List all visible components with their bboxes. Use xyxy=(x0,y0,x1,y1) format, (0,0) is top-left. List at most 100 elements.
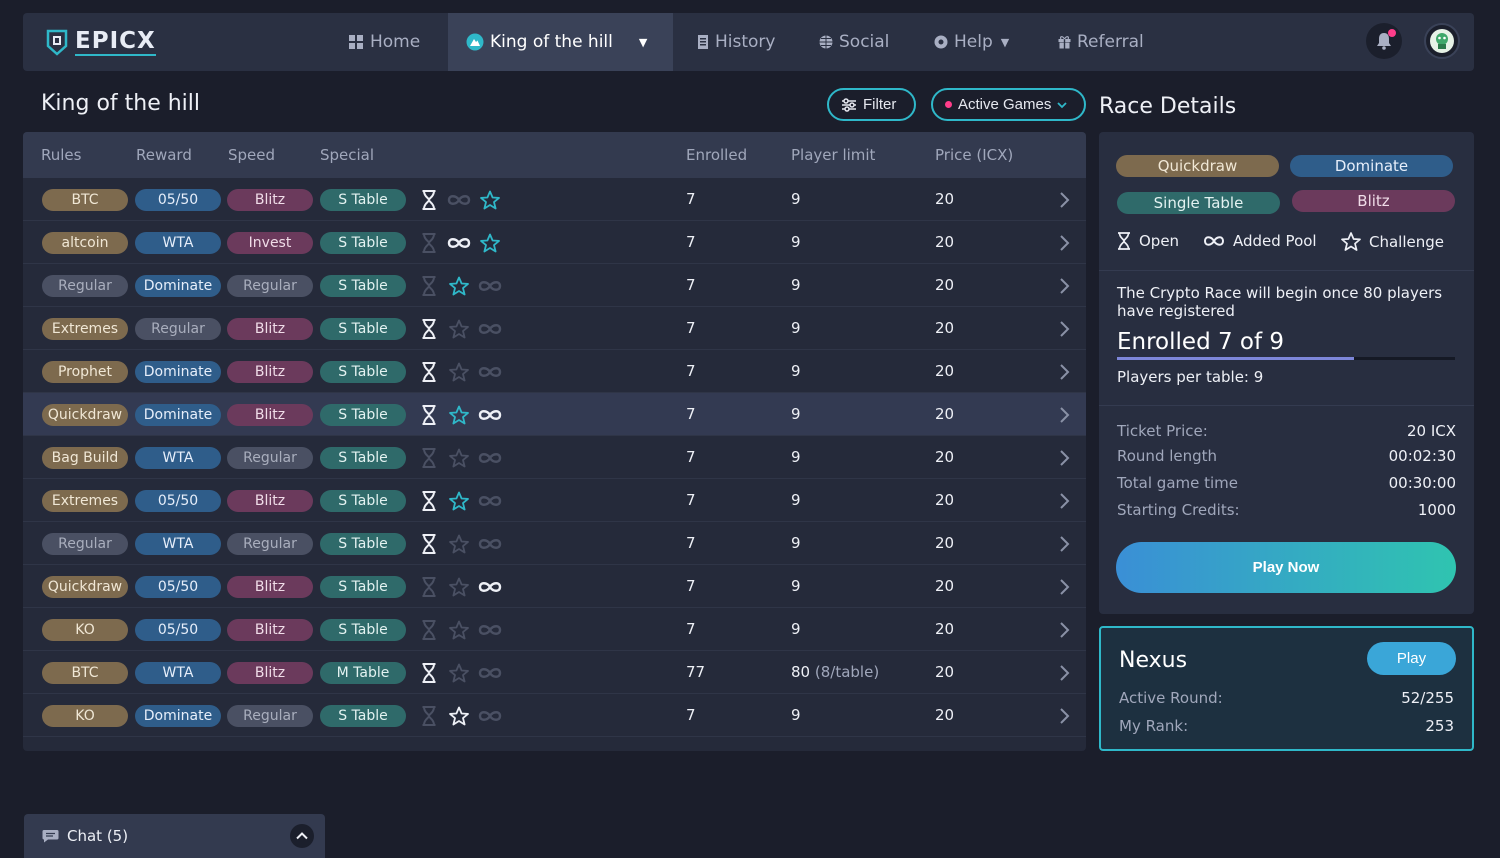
star-icon xyxy=(449,362,469,382)
chevron-right-icon[interactable] xyxy=(1058,277,1070,295)
table-row[interactable]: KO Dominate Regular S Table 7 9 20 xyxy=(23,694,1086,737)
nav-social[interactable]: Social xyxy=(819,13,889,71)
player-limit-cell: 9 xyxy=(791,491,801,509)
epicx-logo-icon xyxy=(46,29,68,56)
table-row[interactable]: Extremes Regular Blitz S Table 7 9 20 xyxy=(23,307,1086,350)
chat-expand-button[interactable] xyxy=(290,824,314,848)
enrolled-cell: 77 xyxy=(686,663,706,681)
header-price[interactable]: Price (ICX) xyxy=(935,146,1013,164)
rules-badge: KO xyxy=(42,705,128,727)
tag-table: Single Table xyxy=(1117,192,1280,214)
chevron-right-icon[interactable] xyxy=(1058,320,1070,338)
table-row[interactable]: altcoin WTA Invest S Table 7 9 20 xyxy=(23,221,1086,264)
header-reward[interactable]: Reward xyxy=(136,146,192,164)
reward-badge: Dominate xyxy=(135,275,221,297)
player-limit-value: 9 xyxy=(791,491,801,509)
special-badge: S Table xyxy=(320,576,406,598)
table-row[interactable]: BTC WTA Blitz M Table 77 80 (8/table) 20 xyxy=(23,651,1086,694)
star-icon xyxy=(449,276,469,296)
chevron-right-icon[interactable] xyxy=(1058,578,1070,596)
table-row[interactable]: Regular Dominate Regular S Table 7 9 20 xyxy=(23,264,1086,307)
active-round-label: Active Round: xyxy=(1119,689,1223,707)
chevron-right-icon[interactable] xyxy=(1058,621,1070,639)
table-row[interactable]: Extremes 05/50 Blitz S Table 7 9 20 xyxy=(23,479,1086,522)
top-nav: EPICX Home King of the hill ▼ History So… xyxy=(23,13,1474,71)
my-rank-label: My Rank: xyxy=(1119,717,1189,735)
star-icon xyxy=(449,405,469,425)
player-limit-cell: 9 xyxy=(791,276,801,294)
chat-icon xyxy=(42,830,59,843)
divider xyxy=(1099,405,1474,406)
chevron-right-icon[interactable] xyxy=(1058,234,1070,252)
chevron-right-icon[interactable] xyxy=(1058,492,1070,510)
price-cell: 20 xyxy=(935,190,955,208)
player-limit-value: 9 xyxy=(791,190,801,208)
notification-button[interactable] xyxy=(1366,23,1402,59)
header-enrolled[interactable]: Enrolled xyxy=(686,146,747,164)
table-row[interactable]: Quickdraw 05/50 Blitz S Table 7 9 20 xyxy=(23,565,1086,608)
page-title: King of the hill xyxy=(41,91,201,116)
speed-badge: Blitz xyxy=(227,189,313,211)
starting-credits-label: Starting Credits: xyxy=(1117,501,1240,519)
status-dot xyxy=(945,101,952,108)
ticket-price-label: Ticket Price: xyxy=(1117,422,1208,440)
nexus-play-button[interactable]: Play xyxy=(1367,642,1456,675)
nav-help[interactable]: Help ▼ xyxy=(934,13,1009,71)
logo[interactable]: EPICX xyxy=(45,27,156,57)
star-icon xyxy=(480,190,500,210)
special-badge: S Table xyxy=(320,361,406,383)
infinity-icon xyxy=(478,410,502,420)
chat-bar[interactable]: Chat (5) xyxy=(24,814,325,858)
table-row[interactable]: Bag Build WTA Regular S Table 7 9 20 xyxy=(23,436,1086,479)
star-icon xyxy=(449,620,469,640)
player-limit-value: 80 xyxy=(791,663,811,681)
ticket-price-value: 20 ICX xyxy=(1406,422,1456,440)
divider xyxy=(1099,270,1474,271)
player-limit-cell: 9 xyxy=(791,362,801,380)
table-row[interactable]: Regular WTA Regular S Table 7 9 20 xyxy=(23,522,1086,565)
chevron-right-icon[interactable] xyxy=(1058,707,1070,725)
table-row[interactable]: KO 05/50 Blitz S Table 7 9 20 xyxy=(23,608,1086,651)
header-player-limit[interactable]: Player limit xyxy=(791,146,875,164)
header-rules[interactable]: Rules xyxy=(41,146,81,164)
reward-badge: WTA xyxy=(135,662,221,684)
infinity-icon xyxy=(478,496,502,506)
active-games-dropdown[interactable]: Active Games xyxy=(931,88,1086,121)
hourglass-icon xyxy=(422,362,436,382)
nav-king-of-the-hill[interactable]: King of the hill ▼ xyxy=(448,13,673,71)
hourglass-icon xyxy=(1118,232,1130,250)
star-icon xyxy=(449,663,469,683)
chevron-right-icon[interactable] xyxy=(1058,363,1070,381)
chevron-right-icon[interactable] xyxy=(1058,535,1070,553)
special-badge: S Table xyxy=(320,232,406,254)
nav-history-label: History xyxy=(715,32,776,52)
price-cell: 20 xyxy=(935,534,955,552)
avatar[interactable] xyxy=(1424,23,1460,59)
star-icon xyxy=(449,491,469,511)
nav-history[interactable]: History xyxy=(697,13,775,71)
player-limit-cell: 9 xyxy=(791,448,801,466)
table-row[interactable]: Quickdraw Dominate Blitz S Table 7 9 20 xyxy=(23,393,1086,436)
hourglass-icon xyxy=(422,534,436,554)
chevron-right-icon[interactable] xyxy=(1058,191,1070,209)
player-limit-value: 9 xyxy=(791,276,801,294)
infinity-icon xyxy=(478,367,502,377)
nav-referral[interactable]: Referral xyxy=(1058,13,1144,71)
gift-icon xyxy=(1058,36,1071,49)
header-special[interactable]: Special xyxy=(320,146,374,164)
nav-home[interactable]: Home xyxy=(348,13,420,71)
chevron-right-icon[interactable] xyxy=(1058,406,1070,424)
table-row[interactable]: BTC 05/50 Blitz S Table 7 9 20 xyxy=(23,178,1086,221)
race-details-title: Race Details xyxy=(1099,94,1237,119)
filter-button[interactable]: Filter xyxy=(827,88,916,121)
reward-badge: WTA xyxy=(135,232,221,254)
play-now-button[interactable]: Play Now xyxy=(1116,542,1456,593)
rules-badge: Prophet xyxy=(42,361,128,383)
table-row[interactable]: Prophet Dominate Blitz S Table 7 9 20 xyxy=(23,350,1086,393)
speed-badge: Blitz xyxy=(227,619,313,641)
chevron-up-icon xyxy=(296,832,308,840)
chevron-right-icon[interactable] xyxy=(1058,664,1070,682)
chevron-right-icon[interactable] xyxy=(1058,449,1070,467)
enrolled-cell: 7 xyxy=(686,534,696,552)
header-speed[interactable]: Speed xyxy=(228,146,275,164)
